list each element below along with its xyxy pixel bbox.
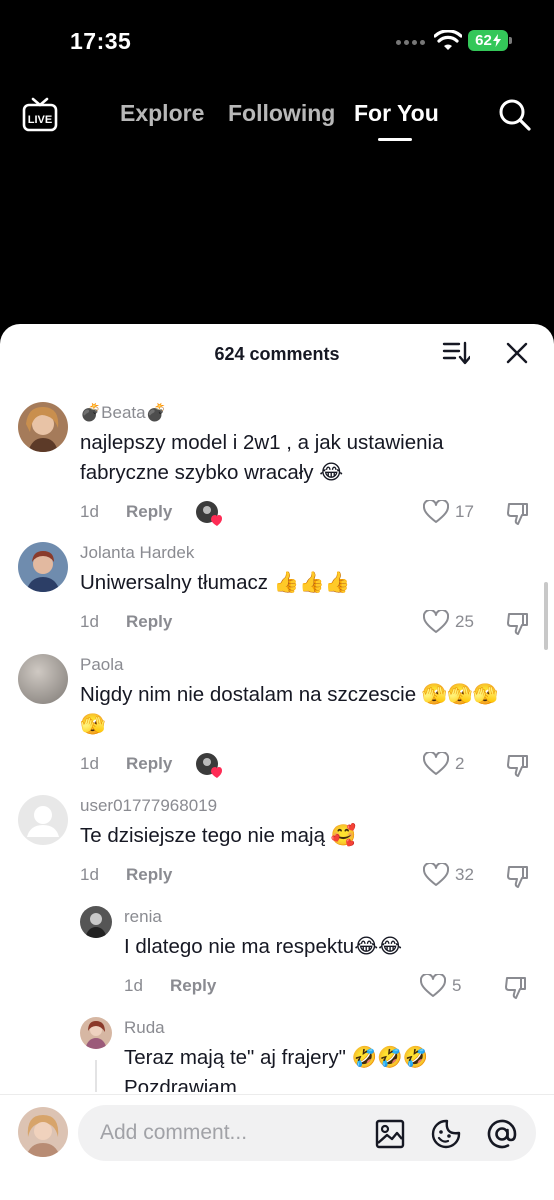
comment-input[interactable]: Add comment... xyxy=(78,1105,536,1161)
heart-icon xyxy=(423,863,449,886)
dislike-icon[interactable] xyxy=(506,863,532,889)
avatar[interactable] xyxy=(18,795,68,845)
reply-button[interactable]: Reply xyxy=(126,865,172,885)
charging-bolt-icon xyxy=(492,34,501,47)
dislike-icon[interactable] xyxy=(506,610,532,636)
reply-meta: 1d Reply xyxy=(124,976,216,996)
like-count: 2 xyxy=(455,754,465,773)
comment-meta: 1d Reply xyxy=(80,612,172,632)
comment-username[interactable]: user01777968019 xyxy=(80,795,520,817)
reply-text: Teraz mają te" aj frajery" 🤣🤣🤣 Pozdrawia… xyxy=(124,1046,429,1092)
comment-username[interactable]: 💣Beata💣 xyxy=(80,402,520,424)
reply-body: Ruda Teraz mają te" aj frajery" 🤣🤣🤣 Pozd… xyxy=(124,1017,524,1092)
svg-text:LIVE: LIVE xyxy=(28,114,52,126)
tiktok-screen: 17:35 62 LIVE Explore Following For You xyxy=(0,0,554,1200)
comment-meta: 1d Reply xyxy=(80,754,172,774)
comment-text: Nigdy nim nie dostalam na szczescie 🫣🫣🫣🫣 xyxy=(80,683,499,736)
thread-line xyxy=(95,1060,97,1092)
comment-username[interactable]: Jolanta Hardek xyxy=(80,542,520,564)
reply-username[interactable]: Ruda xyxy=(124,1017,524,1039)
dislike-icon[interactable] xyxy=(506,500,532,526)
like-count: 17 xyxy=(455,502,474,521)
comment-body: user01777968019 Te dzisiejsze tego nie m… xyxy=(80,795,520,851)
sort-icon[interactable] xyxy=(442,340,470,366)
like-count: 25 xyxy=(455,612,474,631)
heart-icon xyxy=(423,752,449,775)
dislike-icon[interactable] xyxy=(504,974,530,1000)
mention-icon[interactable] xyxy=(486,1118,518,1150)
battery-level: 62 xyxy=(475,32,492,49)
status-bar: 17:35 62 xyxy=(0,0,554,80)
like-button[interactable]: 32 xyxy=(423,863,474,887)
comment-item: Paola Nigdy nim nie dostalam na szczesci… xyxy=(0,654,554,794)
reply-button[interactable]: Reply xyxy=(126,612,172,632)
comment-date: 1d xyxy=(80,754,99,773)
tab-for-you[interactable]: For You xyxy=(354,100,439,127)
comment-body: Paola Nigdy nim nie dostalam na szczesci… xyxy=(80,654,520,740)
tab-following[interactable]: Following xyxy=(228,100,335,127)
comment-date: 1d xyxy=(80,502,99,521)
creator-liked-icon xyxy=(196,501,222,526)
like-count: 32 xyxy=(455,865,474,884)
live-icon[interactable]: LIVE xyxy=(22,96,58,132)
image-icon[interactable] xyxy=(374,1118,406,1150)
sticker-emoji-icon[interactable] xyxy=(430,1118,462,1150)
like-button[interactable]: 5 xyxy=(420,974,461,998)
dislike-icon[interactable] xyxy=(506,752,532,778)
reply-item: Ruda Teraz mają te" aj frajery" 🤣🤣🤣 Pozd… xyxy=(0,1017,554,1092)
comment-item: 💣Beata💣 najlepszy model i 2w1 , a jak us… xyxy=(0,402,554,542)
active-tab-indicator xyxy=(378,138,412,141)
scrollbar[interactable] xyxy=(544,582,548,650)
comments-header: 624 comments xyxy=(0,324,554,382)
comment-text: najlepszy model i 2w1 , a jak ustawienia… xyxy=(80,431,444,484)
heart-icon xyxy=(420,974,446,997)
reply-username[interactable]: renia xyxy=(124,906,524,928)
reply-text: I dlatego nie ma respektu😂😂 xyxy=(124,935,403,958)
heart-icon xyxy=(423,610,449,633)
status-time: 17:35 xyxy=(70,28,132,54)
like-button[interactable]: 17 xyxy=(423,500,474,524)
avatar[interactable] xyxy=(18,542,68,592)
comment-input-bar: Add comment... xyxy=(0,1094,554,1200)
reply-button[interactable]: Reply xyxy=(126,502,172,522)
comment-username[interactable]: Paola xyxy=(80,654,520,676)
top-navigation: LIVE Explore Following For You xyxy=(0,88,554,148)
comment-item: Jolanta Hardek Uniwersalny tłumacz 👍👍👍 1… xyxy=(0,542,554,652)
battery-icon: 62 xyxy=(468,30,512,51)
comment-body: Jolanta Hardek Uniwersalny tłumacz 👍👍👍 xyxy=(80,542,520,598)
reply-button[interactable]: Reply xyxy=(126,754,172,774)
reply-body: renia I dlatego nie ma respektu😂😂 xyxy=(124,906,524,962)
tab-explore[interactable]: Explore xyxy=(120,100,204,127)
like-count: 5 xyxy=(452,976,462,995)
comment-text: Te dzisiejsze tego nie mają 🥰 xyxy=(80,824,357,847)
comment-item: user01777968019 Te dzisiejsze tego nie m… xyxy=(0,795,554,905)
my-avatar[interactable] xyxy=(18,1107,68,1157)
reply-button[interactable]: Reply xyxy=(170,976,216,996)
avatar[interactable] xyxy=(18,402,68,452)
heart-icon xyxy=(423,500,449,523)
comment-text: Uniwersalny tłumacz 👍👍👍 xyxy=(80,571,351,594)
reply-date: 1d xyxy=(124,976,143,995)
comments-sheet: 624 comments 💣Beata💣 najlepszy model i 2… xyxy=(0,324,554,1200)
like-button[interactable]: 2 xyxy=(423,752,464,776)
creator-liked-icon xyxy=(196,753,222,778)
comment-meta: 1d Reply xyxy=(80,865,172,885)
avatar[interactable] xyxy=(18,654,68,704)
comment-body: 💣Beata💣 najlepszy model i 2w1 , a jak us… xyxy=(80,402,520,488)
comment-input-placeholder: Add comment... xyxy=(100,1121,248,1144)
comment-date: 1d xyxy=(80,865,99,884)
comment-meta: 1d Reply xyxy=(80,502,172,522)
reply-item: renia I dlatego nie ma respektu😂😂 1d Rep… xyxy=(0,906,554,1016)
wifi-icon xyxy=(434,30,462,50)
cellular-signal-icon xyxy=(396,40,425,45)
comments-list[interactable]: 💣Beata💣 najlepszy model i 2w1 , a jak us… xyxy=(0,382,554,1092)
comment-date: 1d xyxy=(80,612,99,631)
like-button[interactable]: 25 xyxy=(423,610,474,634)
close-icon[interactable] xyxy=(505,341,529,365)
avatar[interactable] xyxy=(80,906,112,938)
avatar[interactable] xyxy=(80,1017,112,1049)
comments-count: 624 comments xyxy=(214,344,340,364)
search-icon[interactable] xyxy=(498,98,532,132)
